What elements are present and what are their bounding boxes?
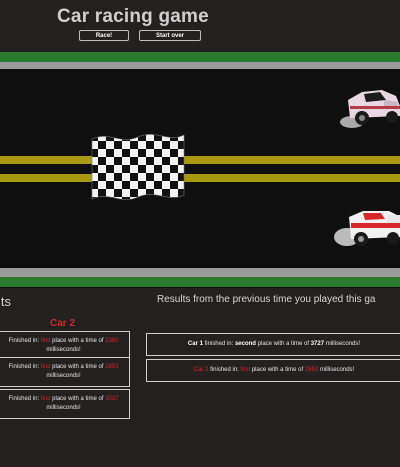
result-row: Finished in: first place with a time of … [0, 357, 130, 387]
result-place: first [240, 367, 251, 373]
result-prefix: finished in: [210, 367, 239, 373]
start-over-button[interactable]: Start over [139, 30, 201, 41]
grass-strip-top [0, 52, 400, 62]
result-mid: place with a time of [257, 341, 310, 347]
previous-results-heading: Results from the previous time you playe… [157, 294, 376, 305]
result-place: second [234, 341, 256, 347]
result-suffix: milliseconds! [46, 405, 81, 411]
lane-line [0, 174, 400, 182]
results-heading: lts [0, 294, 11, 309]
curb-bottom [0, 268, 400, 277]
result-prefix: Finished in: [8, 364, 40, 370]
result-suffix: milliseconds! [46, 373, 81, 379]
result-time: 2380 [105, 338, 119, 344]
result-suffix: milliseconds! [46, 347, 81, 353]
previous-result-row: Car 2 finished in: first place with a ti… [146, 359, 400, 382]
race-button[interactable]: Race! [79, 30, 129, 41]
race-car-icon [340, 90, 400, 128]
page-title: Car racing game [57, 6, 209, 27]
result-place: first [40, 364, 51, 370]
result-prefix: finished in: [204, 341, 234, 347]
result-prefix: Finished in: [8, 338, 40, 344]
result-time: 3037 [105, 396, 119, 402]
result-time: 2853 [105, 364, 119, 370]
result-time: 2853 [304, 367, 319, 373]
result-suffix: milliseconds! [325, 341, 361, 347]
result-mid: place with a time of [52, 396, 104, 402]
result-prefix: Finished in: [8, 396, 40, 402]
checkered-flag-icon [91, 134, 185, 200]
result-car: Car 1 [187, 341, 203, 347]
result-mid: place with a time of [52, 338, 104, 344]
result-mid: place with a time of [251, 367, 304, 373]
previous-result-row: Car 1 finished in: second place with a t… [146, 333, 400, 356]
lane-line [0, 156, 400, 164]
result-suffix: milliseconds! [319, 367, 355, 373]
result-place: first [40, 396, 51, 402]
result-car: Car 2 [193, 367, 209, 373]
car-column-title: Car 2 [50, 318, 76, 329]
race-car-icon [334, 211, 400, 246]
result-place: first [40, 338, 51, 344]
result-row: Finished in: first place with a time of … [0, 389, 130, 419]
result-time: 3727 [310, 341, 325, 347]
curb-top [0, 62, 400, 69]
result-mid: place with a time of [52, 364, 104, 370]
grass-strip-bottom [0, 277, 400, 287]
